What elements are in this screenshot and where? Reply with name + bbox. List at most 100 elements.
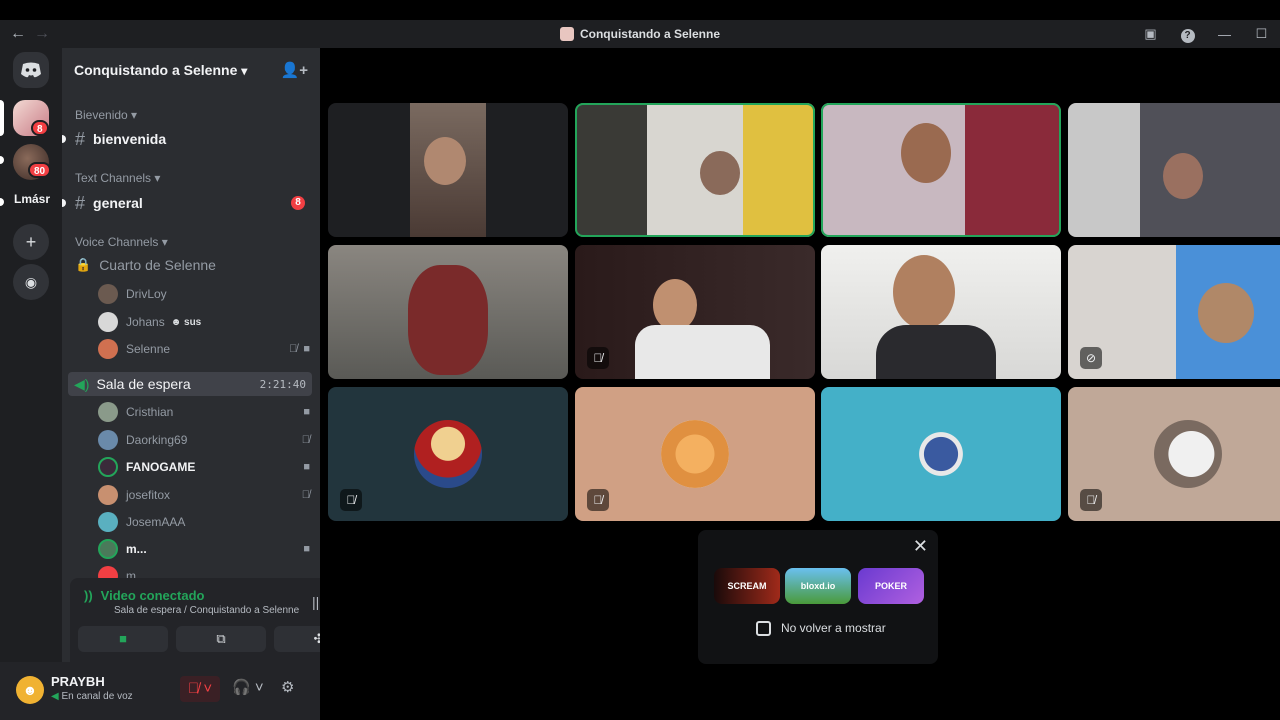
user-name: FANOGAME (126, 460, 196, 474)
activities-button[interactable]: ✣ (274, 626, 320, 652)
participant-face (700, 151, 740, 195)
voice-channel-sala[interactable]: ◀) Sala de espera 2:21:40 (68, 372, 312, 396)
video-tile[interactable]: ⊘ (1068, 245, 1280, 379)
voice-user[interactable]: Johans ☻ sus (98, 310, 310, 334)
unread-dot (62, 199, 66, 207)
window-title-text: Conquistando a Selenne (579, 27, 720, 41)
unread-dot (62, 135, 66, 143)
discord-home-icon[interactable] (13, 52, 49, 88)
mic-muted-button[interactable]: 🎙̸ ˅ (180, 676, 220, 702)
title-bar: ← → Conquistando a Selenne ▣ ? — ☐ (0, 20, 1280, 48)
activity-scream[interactable]: SCREAM (714, 568, 780, 604)
category-text[interactable]: Text Channels ▾ (75, 171, 160, 185)
channel-sidebar: Conquistando a Selenne ▾ 👤+ Bievenido ▾ … (62, 48, 320, 720)
screen-share-button[interactable]: ⧉ (176, 626, 266, 652)
voice-user[interactable]: Cristhian ■ (98, 400, 310, 424)
mention-badge: 8 (291, 196, 305, 210)
user-status: ◀ En canal de voz (51, 691, 133, 702)
category-voice[interactable]: Voice Channels ▾ (75, 235, 168, 249)
video-icon: ■ (303, 543, 310, 555)
activity-bloxd[interactable]: bloxd.io (785, 568, 851, 604)
video-tile[interactable] (328, 245, 568, 379)
video-tile[interactable]: 🎙̸ (575, 245, 815, 379)
video-icon: ■ (303, 461, 310, 473)
voice-status-icon: ◀ (51, 691, 59, 702)
avatar (98, 312, 118, 332)
voice-user[interactable]: JosemAAA (98, 510, 310, 534)
user-name[interactable]: PRAYBH (51, 674, 105, 689)
activity-poker[interactable]: POKER (858, 568, 924, 604)
participant-face (1163, 153, 1203, 199)
video-tile[interactable] (1068, 103, 1280, 237)
avatar (98, 485, 118, 505)
add-user-icon[interactable]: 👤+ (281, 61, 308, 79)
user-name: JosemAAA (126, 515, 186, 529)
camera-button[interactable]: ■ (78, 626, 168, 652)
voice-channel-cuarto[interactable]: 🔒 Cuarto de Selenne (75, 257, 216, 273)
chevron-down-icon: ▾ (241, 64, 248, 78)
voice-user[interactable]: Daorking69 🎙̸ (98, 428, 310, 452)
channel-label: Sala de espera (96, 376, 191, 392)
category-welcome[interactable]: Bievenido ▾ (75, 108, 137, 122)
avatar-tile[interactable]: 🎙̸ (575, 387, 815, 521)
headphones-button[interactable]: 🎧 ˅ (232, 678, 264, 696)
user-name: Cristhian (126, 405, 174, 419)
unread-pill (0, 156, 4, 164)
participant-avatar (907, 420, 975, 488)
voice-user[interactable]: Selenne 🎙̸ ■ (98, 337, 310, 361)
settings-gear-icon[interactable]: ⚙ (281, 678, 294, 696)
channel-general[interactable]: # general 8 (62, 191, 311, 215)
video-feed (876, 325, 996, 379)
video-off-icon: ⊘ (1080, 347, 1102, 369)
user-avatar[interactable]: ☻ (16, 676, 44, 704)
voice-user[interactable]: m... ■ (98, 537, 310, 561)
mic-off-icon: 🎙̸ (587, 489, 609, 511)
video-tile[interactable] (821, 103, 1061, 237)
participant-avatar (1154, 420, 1222, 488)
more-servers[interactable]: Lmásr (14, 192, 50, 206)
dont-show-checkbox[interactable] (756, 621, 771, 636)
voice-user[interactable]: josefitox 🎙̸ (98, 483, 310, 507)
help-icon[interactable]: ? (1169, 26, 1206, 43)
avatar (98, 284, 118, 304)
close-icon[interactable]: ✕ (913, 536, 928, 557)
mic-off-icon: 🎙̸ (301, 434, 310, 446)
maximize-icon[interactable]: ☐ (1243, 26, 1280, 42)
avatar-tile[interactable]: 🎙̸ (328, 387, 568, 521)
user-name: josefitox (126, 488, 171, 502)
voice-user[interactable]: FANOGAME ■ (98, 455, 310, 479)
connection-location[interactable]: Sala de espera / Conquistando a Selenne (114, 605, 299, 616)
participant-face (653, 279, 697, 331)
user-name: Johans (126, 315, 165, 329)
avatar-tile[interactable] (821, 387, 1061, 521)
noise-suppression-icon[interactable]: ||| (312, 594, 320, 610)
connection-status: )) Video conectado (84, 588, 205, 603)
video-tile[interactable] (575, 103, 815, 237)
server-badge-2: 80 (28, 162, 52, 178)
participant-face (424, 137, 466, 185)
server-thumb-icon (559, 27, 574, 41)
participant-avatar (661, 420, 729, 488)
activities-popup: ✕ SCREAM bloxd.io POKER No volver a most… (698, 530, 938, 664)
channel-bienvenida[interactable]: # bienvenida (62, 127, 311, 151)
inbox-icon[interactable]: ▣ (1132, 26, 1169, 42)
selected-server-pill (0, 100, 4, 136)
add-server-icon[interactable]: + (13, 224, 49, 260)
minimize-icon[interactable]: — (1206, 27, 1243, 42)
explore-icon[interactable]: ◉ (13, 264, 49, 300)
user-panel: ☻ PRAYBH ◀ En canal de voz 🎙̸ ˅ 🎧 ˅ ⚙ (0, 662, 320, 720)
video-tile[interactable] (821, 245, 1061, 379)
window-title: Conquistando a Selenne (0, 20, 1280, 48)
user-name: DrivLoy (126, 287, 167, 301)
dont-show-label[interactable]: No volver a mostrar (781, 621, 886, 635)
server-header[interactable]: Conquistando a Selenne ▾ 👤+ (62, 48, 320, 92)
lock-icon: 🔒 (75, 257, 92, 272)
video-icon: ■ (303, 343, 310, 355)
video-tile[interactable] (328, 103, 568, 237)
signal-icon: )) (84, 588, 93, 603)
status-tag: ☻ sus (170, 316, 202, 328)
video-icon: ■ (303, 406, 310, 418)
voice-user[interactable]: DrivLoy (98, 282, 310, 306)
channel-label: general (93, 195, 143, 211)
avatar-tile[interactable]: 🎙̸ (1068, 387, 1280, 521)
